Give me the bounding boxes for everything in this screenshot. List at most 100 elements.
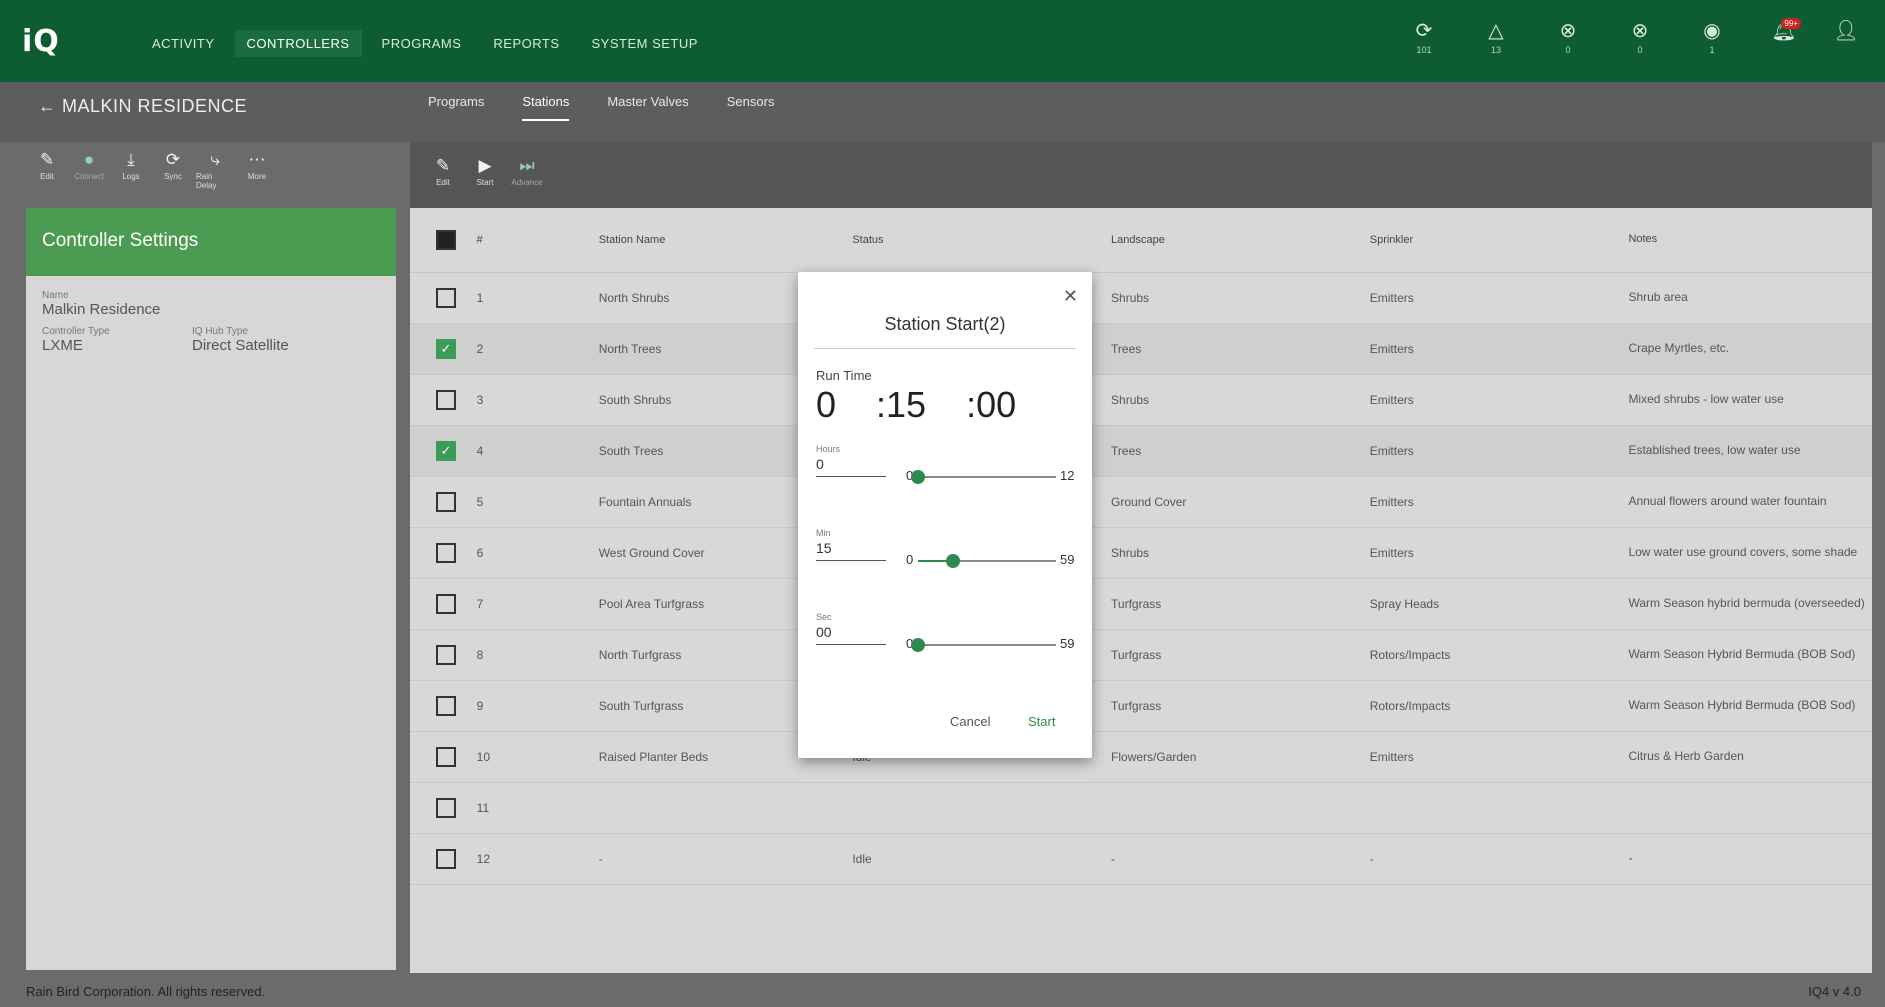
station-notes: Warm Season Hybrid Bermuda (BOB Sod): [1628, 629, 1872, 681]
table-row[interactable]: 7 Pool Area Turfgrass Turfgrass Spray Heads…: [410, 578, 1872, 630]
hours-slider-handle[interactable]: [911, 470, 925, 484]
run-time-display: 0 :15 :00: [816, 384, 1056, 426]
table-row[interactable]: 10Raised Planter BedsIdleFlowers/GardenE…: [410, 731, 1872, 783]
nav-activity[interactable]: ACTIVITY: [140, 30, 227, 57]
sync-icon: ⟳: [1415, 20, 1433, 42]
tab-stations[interactable]: Stations: [522, 94, 570, 121]
start-button[interactable]: Start: [1028, 714, 1055, 729]
minutes-slider[interactable]: [918, 554, 1056, 568]
hours-input[interactable]: 0: [816, 456, 886, 477]
tab-sensors[interactable]: Sensors: [727, 94, 775, 121]
table-header-row: # Station Name Status Landscape Sprinkle…: [410, 208, 1872, 273]
tab-master-valves[interactable]: Master Valves: [607, 94, 688, 121]
logs-button[interactable]: ⤓ Logs: [112, 150, 150, 208]
col-sprinkler[interactable]: Sprinkler: [1369, 208, 1629, 273]
minutes-slider-handle[interactable]: [946, 554, 961, 568]
offline-count: 0: [1565, 45, 1571, 55]
user-menu-button[interactable]: 👤︎: [1827, 18, 1865, 62]
col-number[interactable]: #: [456, 208, 599, 273]
edit-station-button[interactable]: ✎ Edit: [424, 156, 462, 194]
nav-reports[interactable]: REPORTS: [481, 30, 571, 57]
col-status[interactable]: Status: [852, 208, 1112, 273]
station-sprinkler: [1369, 782, 1629, 834]
table-row[interactable]: ✓ 2 North Trees Trees Emitters Crape Myrtles,…: [410, 323, 1872, 375]
nav-controllers[interactable]: CONTROLLERS: [234, 30, 362, 57]
row-checkbox[interactable]: ✓: [436, 440, 456, 461]
row-select-cell: [410, 374, 457, 426]
table-row[interactable]: 9 South Turfgrass Turfgrass Rotors/Impacts W…: [410, 680, 1872, 732]
row-checkbox[interactable]: [436, 287, 456, 308]
table-row[interactable]: 5 Fountain Annuals Ground Cover Emitters Ann…: [410, 476, 1872, 528]
tab-programs[interactable]: Programs: [428, 94, 484, 121]
error-status[interactable]: ⊗ 0: [1621, 18, 1659, 62]
minutes-input[interactable]: 15: [816, 540, 886, 561]
station-notes: Warm Season hybrid bermuda (overseeded): [1628, 578, 1872, 630]
station-status: [852, 782, 1112, 834]
station-number: 8: [456, 629, 599, 681]
table-row[interactable]: 1 North Shrubs Shrubs Emitters Shrub area: [410, 272, 1872, 324]
start-station-button[interactable]: ▶ Start: [466, 156, 504, 194]
notification-badge: 99+: [1781, 18, 1801, 29]
top-nav-bar: iQ ACTIVITY CONTROLLERS PROGRAMS REPORTS…: [0, 0, 1885, 82]
row-checkbox[interactable]: [436, 695, 456, 716]
station-notes: Citrus & Herb Garden: [1628, 731, 1872, 783]
controller-toolbar: ✎ Edit ● Connect ⤓ Logs ⟳ Sync ⤷ Rain De…: [28, 150, 398, 208]
row-checkbox[interactable]: [436, 389, 456, 410]
nav-programs[interactable]: PROGRAMS: [370, 30, 474, 57]
seconds-slider[interactable]: [911, 638, 1056, 652]
col-landscape[interactable]: Landscape: [1111, 208, 1370, 273]
stations-table: # Station Name Status Landscape Sprinkle…: [410, 208, 1872, 885]
rain-delay-button[interactable]: ⤷ Rain Delay: [196, 150, 234, 208]
online-count: 1: [1709, 45, 1715, 55]
row-checkbox[interactable]: [436, 746, 456, 767]
seconds-slider-handle[interactable]: [911, 638, 925, 652]
table-row[interactable]: 6 West Ground Cover Shrubs Emitters Low wate…: [410, 527, 1872, 579]
col-station-name[interactable]: Station Name: [598, 208, 853, 273]
sync-button[interactable]: ⟳ Sync: [154, 150, 192, 208]
row-checkbox[interactable]: ✓: [436, 338, 456, 359]
row-select-cell: [410, 272, 457, 324]
close-icon[interactable]: ✕: [1063, 286, 1078, 307]
hours-slider[interactable]: [911, 470, 1056, 484]
sync-status[interactable]: ⟳ 101: [1405, 18, 1443, 62]
station-notes: Low water use ground covers, some shade: [1628, 527, 1872, 579]
station-landscape: Shrubs: [1111, 374, 1370, 426]
online-status[interactable]: ◉ 1: [1693, 18, 1731, 62]
row-checkbox[interactable]: [436, 593, 456, 614]
row-checkbox[interactable]: [436, 848, 456, 869]
iq-logo[interactable]: iQ: [22, 24, 60, 59]
select-all-checkbox[interactable]: [436, 229, 456, 250]
table-row[interactable]: 8 North Turfgrass Turfgrass Rotors/Impacts W…: [410, 629, 1872, 681]
row-checkbox[interactable]: [436, 542, 456, 563]
edit-controller-button[interactable]: ✎ Edit: [28, 150, 66, 208]
table-row[interactable]: 12- Idle - - -: [410, 833, 1872, 885]
connect-button[interactable]: ● Connect: [70, 150, 108, 208]
warning-status[interactable]: △ 13: [1477, 18, 1515, 62]
advance-station-button[interactable]: ⏭ Advance: [508, 156, 546, 194]
station-landscape: Turfgrass: [1111, 629, 1370, 681]
run-time-seconds: :00: [966, 384, 1017, 425]
seconds-input[interactable]: 00: [816, 624, 886, 645]
nav-system-setup[interactable]: SYSTEM SETUP: [580, 30, 710, 57]
cancel-button[interactable]: Cancel: [950, 714, 990, 729]
table-row[interactable]: 3 South Shrubs Shrubs Emitters Mixed shrubs …: [410, 374, 1872, 426]
offline-status[interactable]: ⊗ 0: [1549, 18, 1587, 62]
controller-type-label: Controller Type: [42, 326, 110, 337]
row-checkbox[interactable]: [436, 491, 456, 512]
sync-count: 101: [1416, 45, 1432, 55]
station-notes: Established trees, low water use: [1628, 425, 1872, 477]
stations-toolbar: ✎ Edit ▶ Start ⏭ Advance: [410, 142, 1872, 208]
row-checkbox[interactable]: [436, 797, 456, 818]
minutes-min: 0: [906, 552, 914, 567]
table-row[interactable]: 11: [410, 782, 1872, 834]
table-row[interactable]: ✓ 4 South Trees Trees Emitters Established tr…: [410, 425, 1872, 477]
notifications-button[interactable]: 🔔︎ 99+: [1765, 18, 1803, 62]
row-select-cell: [410, 833, 457, 885]
col-notes[interactable]: Notes: [1628, 208, 1872, 273]
row-checkbox[interactable]: [436, 644, 456, 665]
station-number: 7: [456, 578, 599, 630]
more-button[interactable]: ⋯ More: [238, 150, 276, 208]
hub-type-label: IQ Hub Type: [192, 326, 248, 337]
back-to-controller[interactable]: ← MALKIN RESIDENCE: [38, 96, 247, 117]
minutes-field: Min 15: [816, 528, 886, 561]
